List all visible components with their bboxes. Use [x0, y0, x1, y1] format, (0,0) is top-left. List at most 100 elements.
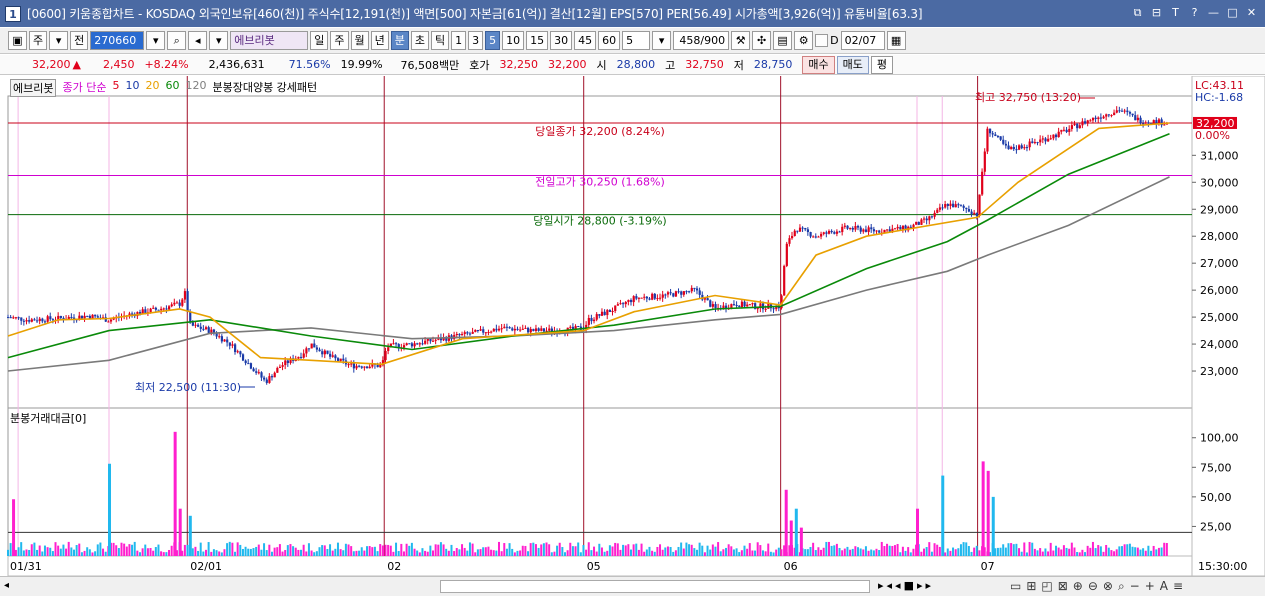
layout-icon[interactable]: ⊟	[1149, 5, 1164, 20]
window-controls: ⧉ ⊟ T ? — □ ✕	[1130, 5, 1259, 20]
interval-5[interactable]: 5	[485, 31, 501, 50]
volume-bar	[558, 542, 561, 556]
chevron-down-icon[interactable]: ▾	[652, 31, 672, 50]
font-icon[interactable]: T	[1168, 5, 1183, 20]
candle-body	[814, 236, 817, 238]
chart-area[interactable]: 당일종가 32,200 (8.24%) 전일고가 30,250 (1.68%) 당일…	[0, 76, 1265, 586]
period-tick[interactable]: 틱	[431, 31, 450, 50]
candle-body	[1120, 110, 1124, 112]
interval-1[interactable]: 1	[451, 31, 467, 50]
candle-body	[12, 317, 15, 319]
volume-bar	[80, 552, 83, 556]
chart-tool-icon[interactable]: ⚒	[731, 31, 751, 50]
candle-body	[366, 366, 369, 369]
candle-body	[165, 308, 168, 310]
date-input[interactable]: 02/07	[840, 31, 885, 50]
volume-bar	[455, 547, 458, 556]
d-checkbox[interactable]	[815, 34, 829, 47]
volume-bar	[996, 547, 999, 556]
candle-body	[315, 347, 319, 350]
volume-bar	[822, 547, 825, 556]
period-minute[interactable]: 분	[390, 31, 409, 50]
save-icon[interactable]: ▤	[773, 31, 793, 50]
candle-body	[1033, 142, 1037, 144]
playback-controls[interactable]: ▸◂◂■▸▸	[878, 579, 934, 592]
candle-body	[1054, 134, 1058, 138]
volume-bar	[656, 546, 659, 556]
candle-body	[1107, 114, 1110, 116]
stock-name-field[interactable]: 에브리봇	[230, 31, 309, 50]
interval-60[interactable]: 60	[598, 31, 621, 50]
candle-body	[1131, 113, 1134, 116]
interval-input[interactable]: 5	[622, 31, 651, 50]
chevron-down-icon[interactable]: ▾	[49, 31, 69, 50]
candle-body	[91, 314, 94, 319]
volume-bar	[400, 543, 403, 556]
candle-body	[83, 315, 86, 319]
speaker-icon[interactable]: ◂	[188, 31, 208, 50]
maximize-icon[interactable]: □	[1225, 5, 1240, 20]
interval-15[interactable]: 15	[526, 31, 549, 50]
candle-body	[804, 227, 807, 230]
sell-button[interactable]: 매도	[836, 55, 869, 74]
period-month[interactable]: 월	[350, 31, 369, 50]
bottom-toolbar: ◂ ▸◂◂■▸▸ ▭⊞◰⊠⊕⊖⊗⌕−+A≡	[0, 576, 1265, 596]
code-dropdown-icon[interactable]: ▾	[146, 31, 166, 50]
candle-body	[693, 287, 696, 289]
app-icon[interactable]: 1	[5, 5, 21, 22]
minimize-icon[interactable]: —	[1206, 5, 1221, 20]
interval-30[interactable]: 30	[550, 31, 573, 50]
calendar-icon[interactable]: ▦	[886, 31, 906, 50]
zoom-tools[interactable]: ▭⊞◰⊠⊕⊖⊗⌕−+A≡	[1010, 579, 1188, 594]
candle-body	[350, 363, 353, 365]
volume-bar	[577, 542, 580, 556]
weekly-button[interactable]: 주	[29, 31, 48, 50]
interval-45[interactable]: 45	[574, 31, 597, 50]
volume-bar	[162, 552, 165, 556]
legend-stock[interactable]: 에브리봇	[10, 79, 57, 97]
crosshair-icon[interactable]: ✣	[752, 31, 772, 50]
count-field[interactable]: 458/900	[673, 31, 730, 50]
volume-bar	[761, 550, 764, 556]
volume-bar	[843, 548, 846, 556]
scrollbar-thumb[interactable]	[440, 580, 870, 593]
date-label: 07	[981, 560, 995, 573]
interval-10[interactable]: 10	[502, 31, 525, 50]
volume-bar	[102, 548, 105, 556]
candle-body	[820, 233, 823, 237]
volume-bar	[722, 549, 725, 556]
interval-3[interactable]: 3	[468, 31, 484, 50]
chevron-down-icon[interactable]: ▾	[209, 31, 229, 50]
candle-body	[867, 227, 870, 232]
search-icon[interactable]: ⌕	[167, 31, 187, 50]
full-button[interactable]: 전	[70, 31, 89, 50]
candle-body	[830, 230, 833, 233]
avg-button[interactable]: 평	[870, 55, 894, 74]
buy-button[interactable]: 매수	[802, 55, 835, 74]
scroll-left-icon[interactable]: ◂	[4, 580, 9, 591]
stock-code-input[interactable]: 270660	[90, 31, 145, 50]
volume-bar	[1041, 551, 1044, 556]
volume-bar	[907, 547, 910, 556]
volume-bar	[22, 550, 25, 556]
layout-toggle-icon[interactable]: ▣	[8, 31, 27, 50]
help-icon[interactable]: ?	[1187, 5, 1202, 20]
candle-body	[751, 303, 754, 305]
candle-body	[756, 308, 759, 310]
volume-bar	[54, 542, 57, 556]
candle-body	[329, 353, 332, 357]
candle-body	[537, 328, 540, 331]
period-year[interactable]: 년	[370, 31, 389, 50]
candle-body	[1147, 122, 1150, 124]
volume-bar	[867, 550, 870, 556]
link-icon[interactable]: ⧉	[1130, 5, 1145, 20]
volume-bar	[875, 548, 878, 556]
period-week[interactable]: 주	[330, 31, 349, 50]
volume-bar	[331, 550, 334, 556]
volume-bar	[542, 543, 545, 556]
volume-bar	[78, 543, 81, 556]
close-icon[interactable]: ✕	[1244, 5, 1259, 20]
period-day[interactable]: 일	[310, 31, 329, 50]
period-second[interactable]: 초	[410, 31, 429, 50]
gear-icon[interactable]: ⚙	[794, 31, 814, 50]
